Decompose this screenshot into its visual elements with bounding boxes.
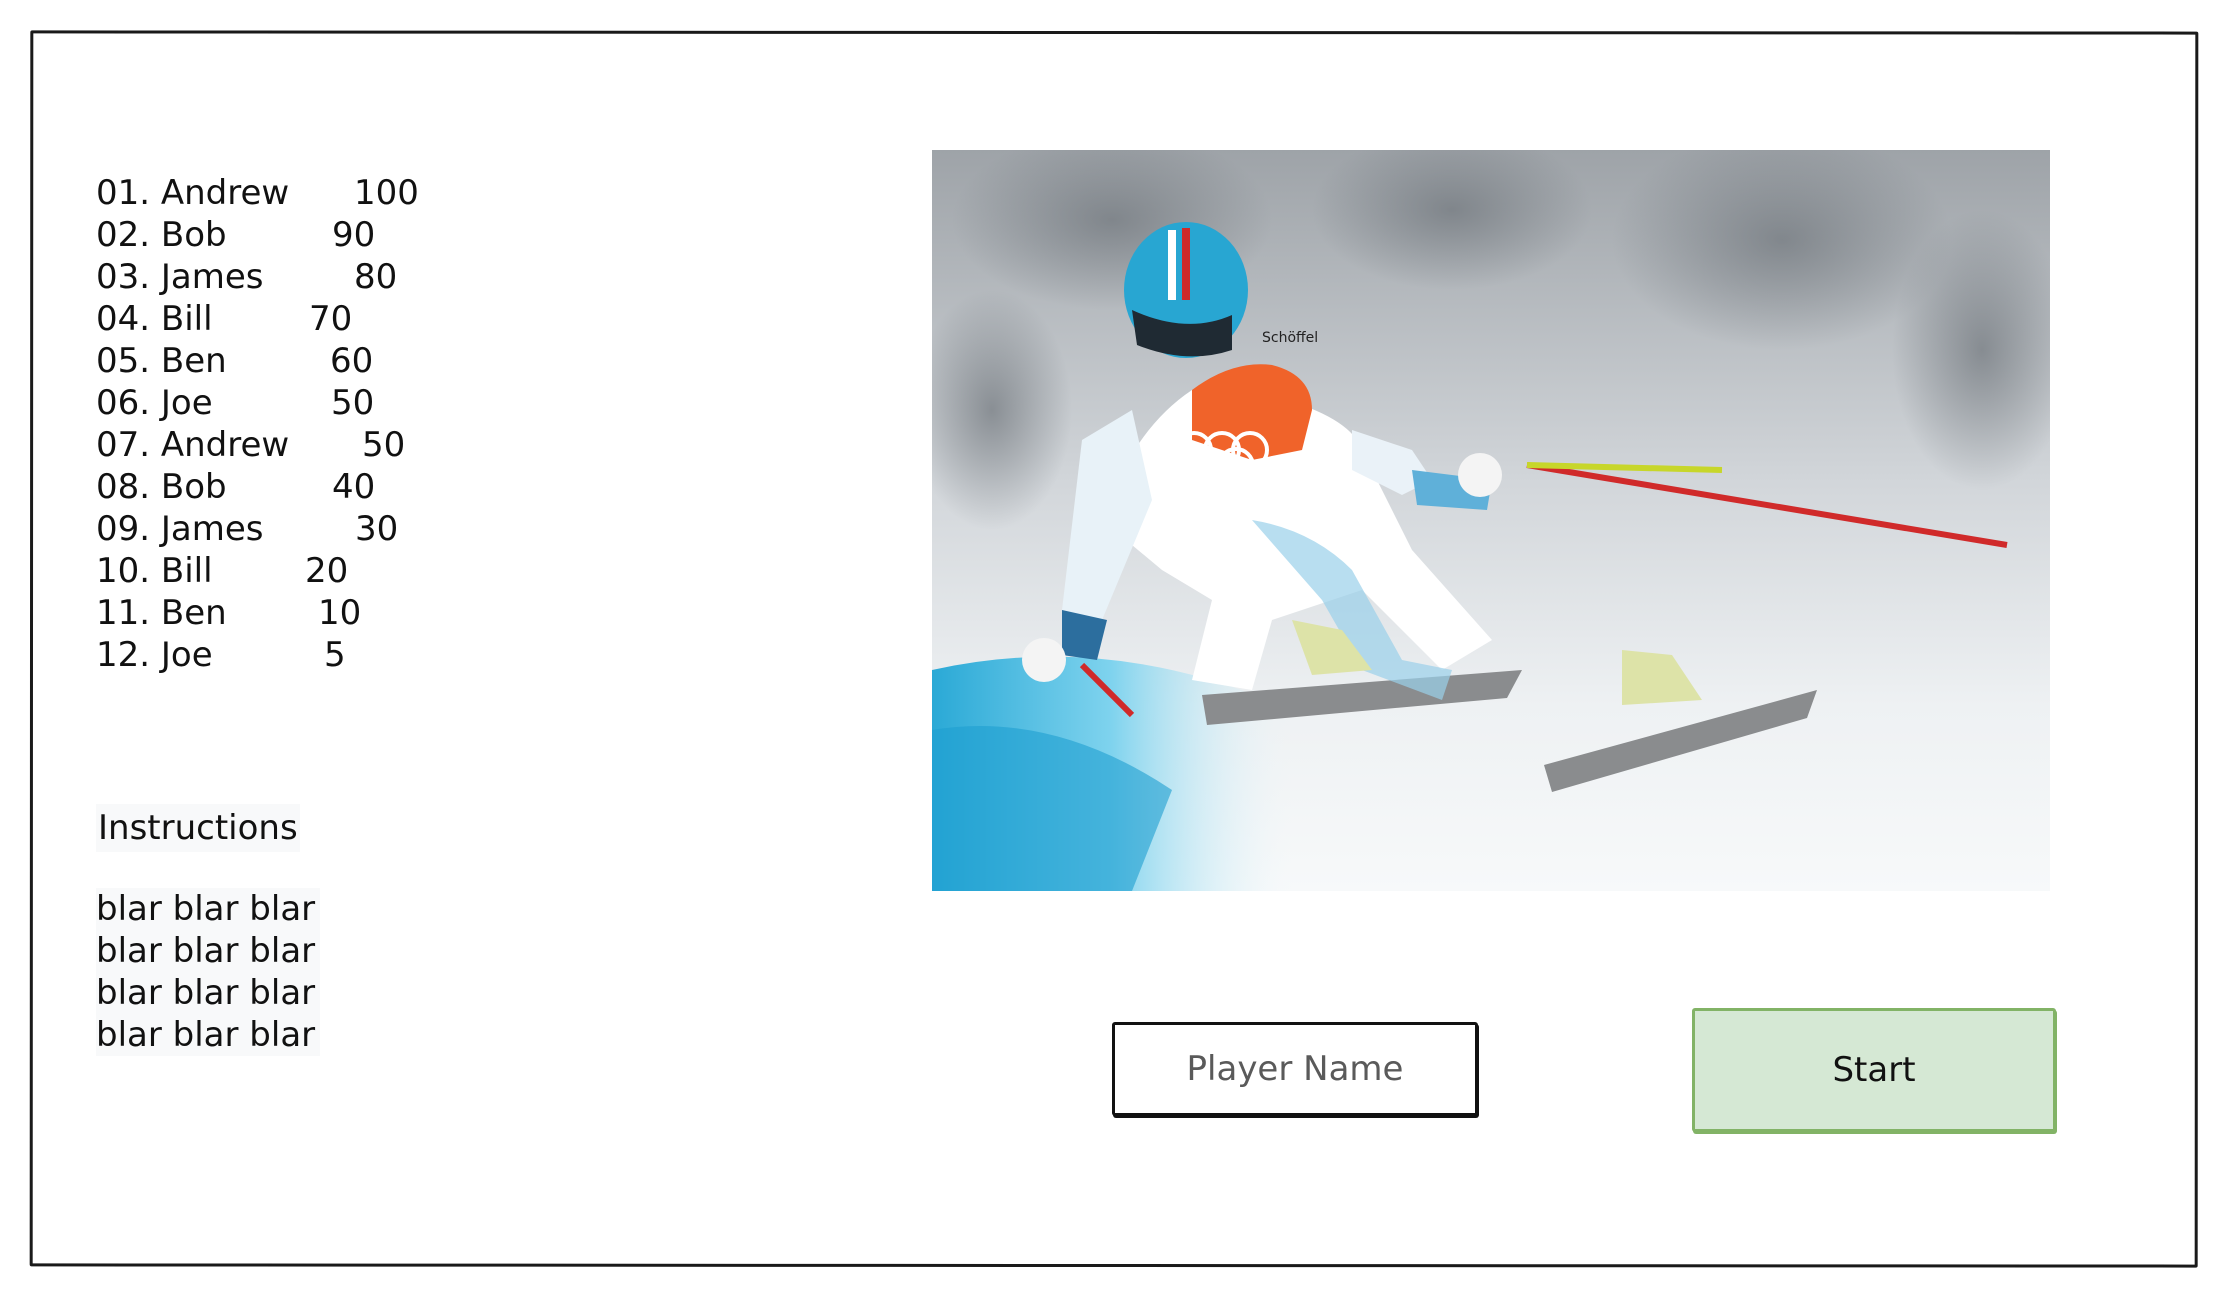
leaderboard-row: 06. Joe 50: [96, 382, 456, 424]
leaderboard-row: 07. Andrew 50: [96, 424, 456, 466]
leaderboard-rank-name: 08. Bob: [96, 467, 227, 507]
leaderboard: 01. Andrew 100 02. Bob 90 03. James 80 0…: [96, 172, 456, 676]
leaderboard-score: 90: [332, 215, 376, 255]
leaderboard-score: 100: [354, 173, 419, 213]
leaderboard-row: 05. Ben 60: [96, 340, 456, 382]
leaderboard-score: 20: [305, 551, 349, 591]
leaderboard-rank-name: 07. Andrew: [96, 425, 290, 465]
instructions-line: blar blar blar: [96, 889, 316, 929]
leaderboard-row: 12. Joe 5: [96, 634, 456, 676]
leaderboard-rank-name: 01. Andrew: [96, 173, 290, 213]
leaderboard-row: 04. Bill 70: [96, 298, 456, 340]
leaderboard-score: 40: [332, 467, 376, 507]
svg-text:Schöffel: Schöffel: [1262, 330, 1318, 346]
leaderboard-rank-name: 05. Ben: [96, 341, 227, 381]
skier-photo: Schöffel: [932, 150, 2050, 891]
leaderboard-score: 60: [330, 341, 374, 381]
leaderboard-row: 09. James 30: [96, 508, 456, 550]
leaderboard-score: 5: [324, 635, 346, 675]
instructions-line: blar blar blar: [96, 931, 316, 971]
leaderboard-score: 50: [331, 383, 375, 423]
leaderboard-rank-name: 06. Joe: [96, 383, 213, 423]
leaderboard-row: 10. Bill 20: [96, 550, 456, 592]
leaderboard-rank-name: 03. James: [96, 257, 264, 297]
leaderboard-rank-name: 11. Ben: [96, 593, 227, 633]
leaderboard-score: 80: [354, 257, 398, 297]
leaderboard-rank-name: 12. Joe: [96, 635, 213, 675]
player-name-input[interactable]: [1112, 1022, 1478, 1116]
leaderboard-rank-name: 10. Bill: [96, 551, 213, 591]
instructions-line: blar blar blar: [96, 973, 316, 1013]
start-button[interactable]: Start: [1692, 1008, 2056, 1132]
instructions-body: blar blar blar blar blar blar blar blar …: [96, 888, 320, 1056]
leaderboard-row: 11. Ben 10: [96, 592, 456, 634]
leaderboard-score: 50: [362, 425, 406, 465]
leaderboard-score: 10: [318, 593, 362, 633]
leaderboard-row: 01. Andrew 100: [96, 172, 456, 214]
instructions-line: blar blar blar: [96, 1015, 316, 1055]
leaderboard-row: 02. Bob 90: [96, 214, 456, 256]
leaderboard-row: 08. Bob 40: [96, 466, 456, 508]
leaderboard-score: 70: [309, 299, 353, 339]
leaderboard-score: 30: [355, 509, 399, 549]
leaderboard-rank-name: 04. Bill: [96, 299, 213, 339]
leaderboard-rank-name: 02. Bob: [96, 215, 227, 255]
instructions-title: Instructions: [96, 804, 300, 852]
leaderboard-rank-name: 09. James: [96, 509, 264, 549]
leaderboard-row: 03. James 80: [96, 256, 456, 298]
